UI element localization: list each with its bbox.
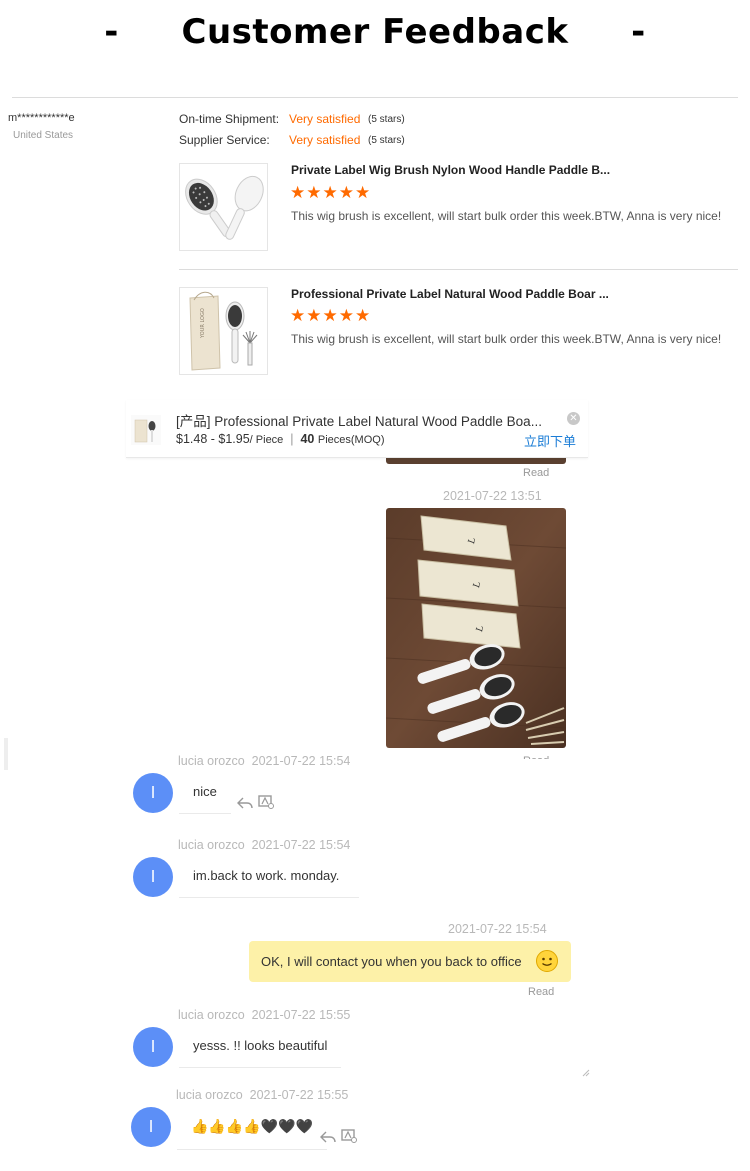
translate-icon[interactable] bbox=[341, 1129, 357, 1143]
smile-emoji-icon bbox=[536, 950, 558, 972]
chat-bar-price-line: $1.48 - $1.95/ Piece | 40 Pieces(MOQ) bbox=[176, 432, 384, 446]
order-now-link[interactable]: 立即下单 bbox=[524, 431, 576, 450]
message-bubble: im.back to work. monday. bbox=[179, 857, 359, 898]
read-receipt-3: Read bbox=[528, 986, 555, 998]
page-title: - Customer Feedback - bbox=[0, 12, 750, 52]
message-sender: lucia orozco 2021-07-22 15:54 bbox=[178, 754, 351, 768]
chat-bar-product-name[interactable]: [产品] Professional Private Label Natural … bbox=[176, 410, 542, 430]
shipment-label: On-time Shipment: bbox=[179, 112, 280, 126]
outgoing-message-bubble: OK, I will contact you when you back to … bbox=[249, 941, 571, 982]
service-stars: (5 stars) bbox=[368, 135, 405, 146]
translate-icon[interactable] bbox=[258, 795, 274, 809]
resize-handle-icon[interactable] bbox=[582, 1069, 590, 1077]
shipment-value: Very satisfied bbox=[289, 112, 361, 126]
reply-icon[interactable] bbox=[320, 1130, 336, 1144]
title-text: Customer Feedback bbox=[181, 12, 569, 52]
title-dash-left: - bbox=[104, 12, 119, 52]
scrollbar[interactable] bbox=[4, 738, 8, 770]
avatar[interactable]: l bbox=[133, 857, 173, 897]
avatar[interactable]: l bbox=[131, 1107, 171, 1147]
chat-photo[interactable]: L L L bbox=[386, 508, 566, 748]
read-receipt-2: Read bbox=[523, 752, 549, 759]
message-bubble: 👍👍👍👍🖤🖤🖤 bbox=[177, 1107, 328, 1150]
chat-bar-product-thumbnail bbox=[131, 415, 161, 445]
close-icon[interactable]: ✕ bbox=[567, 412, 580, 425]
reviewer-country: United States bbox=[13, 130, 74, 141]
message-sender: lucia orozco 2021-07-22 15:55 bbox=[178, 1008, 351, 1022]
product-chat-bar[interactable]: [产品] Professional Private Label Natural … bbox=[126, 400, 588, 458]
reply-icon[interactable] bbox=[237, 796, 253, 810]
chat-bar-price-unit: / Piece bbox=[249, 434, 284, 446]
review-text-2: This wig brush is excellent, will start … bbox=[291, 332, 722, 346]
message-sender: lucia orozco 2021-07-22 15:54 bbox=[178, 838, 351, 852]
bags-and-brushes-photo: L L L bbox=[386, 508, 566, 748]
message-timestamp: 2021-07-22 15:54 bbox=[448, 922, 547, 936]
avatar[interactable]: l bbox=[133, 773, 173, 813]
reviewer-name: m************e bbox=[8, 112, 75, 124]
read-receipt-1: Read bbox=[523, 467, 550, 479]
message-sender: lucia orozco 2021-07-22 15:55 bbox=[176, 1088, 349, 1102]
chat-image-previous[interactable] bbox=[386, 457, 566, 464]
avatar[interactable]: l bbox=[133, 1027, 173, 1067]
brush-pair-image bbox=[180, 164, 267, 250]
message-bubble: yesss. !! looks beautiful bbox=[179, 1027, 342, 1068]
chat-bar-moq-unit: Pieces(MOQ) bbox=[317, 434, 385, 446]
brush-bag-image: YOUR LOGO bbox=[180, 288, 267, 374]
service-value: Very satisfied bbox=[289, 133, 361, 147]
chat-bar-price: $1.48 - $1.95 bbox=[176, 432, 250, 446]
shipment-stars: (5 stars) bbox=[368, 114, 405, 125]
title-dash-right: - bbox=[631, 12, 646, 52]
product-rating-stars-1: ★★★★★ bbox=[290, 183, 372, 202]
outgoing-message-text: OK, I will contact you when you back to … bbox=[261, 954, 522, 969]
review-text-1: This wig brush is excellent, will start … bbox=[291, 209, 722, 223]
product-thumbnail-2[interactable]: YOUR LOGO bbox=[179, 287, 268, 375]
product-divider bbox=[179, 269, 738, 270]
product-title-2[interactable]: Professional Private Label Natural Wood … bbox=[291, 287, 609, 301]
service-label: Supplier Service: bbox=[179, 133, 270, 147]
message-timestamp: 2021-07-22 13:51 bbox=[443, 489, 542, 503]
chat-bar-separator: | bbox=[290, 432, 294, 446]
product-rating-stars-2: ★★★★★ bbox=[290, 306, 372, 325]
message-bubble: nice bbox=[179, 773, 231, 814]
product-thumbnail-1[interactable] bbox=[179, 163, 268, 251]
chat-bar-moq: 40 bbox=[300, 432, 315, 446]
bag-logo-text: YOUR LOGO bbox=[200, 308, 206, 339]
product-title-1[interactable]: Private Label Wig Brush Nylon Wood Handl… bbox=[291, 163, 610, 177]
header-divider bbox=[12, 97, 738, 98]
